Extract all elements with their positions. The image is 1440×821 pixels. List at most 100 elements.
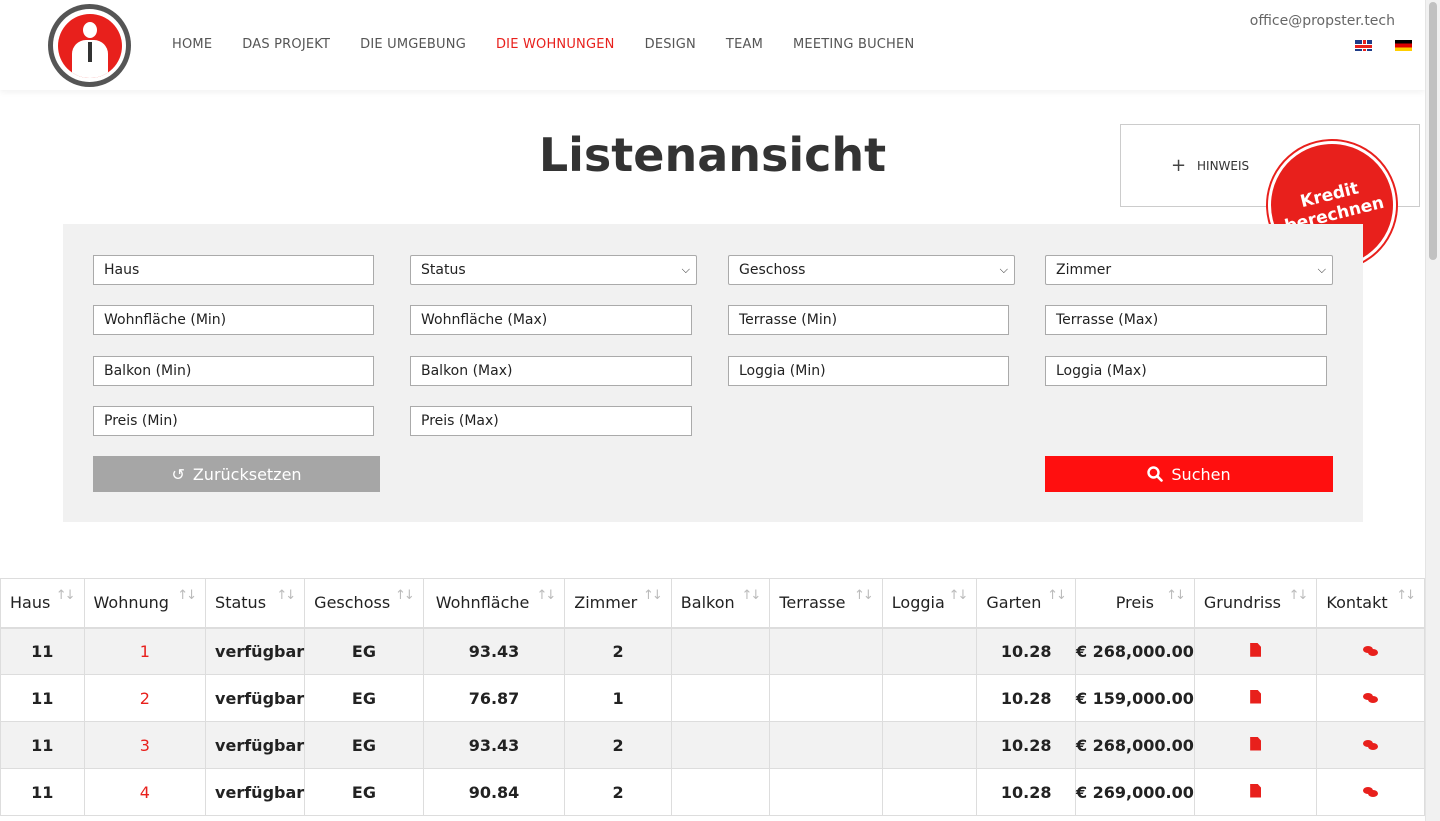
col-haus[interactable]: Haus ↑↓	[0, 578, 85, 629]
cell-loggia	[881, 627, 978, 675]
col-haus-label: Haus	[10, 593, 51, 613]
cell-wohnflaeche: 93.43	[422, 721, 566, 769]
loggia-min-input[interactable]: Loggia (Min)	[728, 356, 1009, 386]
cell-wohnung-link[interactable]: 1	[83, 627, 207, 675]
chat-icon[interactable]	[1363, 786, 1379, 798]
german-flag-icon[interactable]	[1395, 40, 1412, 51]
col-zimmer-label: Zimmer	[574, 593, 638, 613]
cell-status: verfügbar	[205, 627, 306, 675]
chevron-down-icon: ⌵	[1317, 263, 1326, 276]
cell-loggia	[881, 721, 978, 769]
uk-flag-icon[interactable]	[1355, 40, 1372, 51]
balkon-min-input[interactable]: Balkon (Min)	[93, 356, 374, 386]
status-select[interactable]: Status ⌵	[410, 255, 697, 285]
cell-zimmer: 2	[564, 721, 672, 769]
zimmer-select[interactable]: Zimmer ⌵	[1045, 255, 1333, 285]
col-geschoss[interactable]: Geschoss ↑↓	[304, 578, 424, 629]
chat-icon[interactable]	[1363, 692, 1379, 704]
cell-garten: 10.28	[976, 674, 1076, 722]
preis-min-input[interactable]: Preis (Min)	[93, 406, 374, 436]
cell-terrasse	[769, 721, 883, 769]
col-balkon[interactable]: Balkon ↑↓	[670, 578, 771, 629]
sort-icon: ↑↓	[536, 588, 556, 603]
chat-icon[interactable]	[1363, 739, 1379, 751]
table-row: 11 1 verfügbar EG 93.43 2 10.28 € 268,00…	[0, 627, 1425, 675]
chat-icon[interactable]	[1363, 645, 1379, 657]
cell-zimmer: 2	[564, 768, 672, 816]
brand-logo[interactable]	[48, 4, 131, 87]
col-wohnung[interactable]: Wohnung ↑↓	[83, 578, 207, 629]
wohnflaeche-max-input[interactable]: Wohnfläche (Max)	[410, 305, 692, 335]
cell-wohnung-link[interactable]: 2	[83, 674, 207, 722]
cell-preis: € 269,000.00	[1074, 768, 1195, 816]
cell-wohnung-link[interactable]: 3	[83, 721, 207, 769]
cell-kontakt[interactable]	[1316, 627, 1425, 675]
cell-status: verfügbar	[205, 768, 306, 816]
col-zimmer[interactable]: Zimmer ↑↓	[564, 578, 672, 629]
haus-placeholder: Haus	[104, 262, 140, 278]
cell-kontakt[interactable]	[1316, 721, 1425, 769]
col-terrasse[interactable]: Terrasse ↑↓	[769, 578, 883, 629]
col-grundriss[interactable]: Grundriss ↑↓	[1193, 578, 1318, 629]
document-icon[interactable]	[1250, 736, 1262, 751]
cell-geschoss: EG	[304, 627, 424, 675]
site-header: HOME DAS PROJEKT DIE UMGEBUNG DIE WOHNUN…	[0, 0, 1425, 90]
terrasse-max-input[interactable]: Terrasse (Max)	[1045, 305, 1327, 335]
col-terrasse-label: Terrasse	[779, 593, 846, 613]
wohnflaeche-min-input[interactable]: Wohnfläche (Min)	[93, 305, 374, 335]
main-nav: HOME DAS PROJEKT DIE UMGEBUNG DIE WOHNUN…	[172, 37, 944, 52]
col-balkon-label: Balkon	[680, 593, 735, 613]
cell-balkon	[670, 627, 771, 675]
search-icon	[1147, 466, 1164, 482]
cell-grundriss[interactable]	[1193, 627, 1318, 675]
cell-wohnung-link[interactable]: 4	[83, 768, 207, 816]
nav-die-umgebung[interactable]: DIE UMGEBUNG	[360, 37, 466, 52]
cell-garten: 10.28	[976, 721, 1076, 769]
cell-garten: 10.28	[976, 627, 1076, 675]
balkon-max-placeholder: Balkon (Max)	[421, 363, 513, 379]
col-preis[interactable]: Preis ↑↓	[1074, 578, 1195, 629]
col-grundriss-label: Grundriss	[1203, 593, 1282, 613]
search-button[interactable]: Suchen	[1045, 456, 1333, 492]
col-loggia[interactable]: Loggia ↑↓	[881, 578, 978, 629]
cell-status: verfügbar	[205, 674, 306, 722]
nav-meeting-buchen[interactable]: MEETING BUCHEN	[793, 37, 914, 52]
cell-grundriss[interactable]	[1193, 768, 1318, 816]
geschoss-select[interactable]: Geschoss ⌵	[728, 255, 1015, 285]
contact-email[interactable]: office@propster.tech	[1250, 13, 1395, 29]
loggia-max-input[interactable]: Loggia (Max)	[1045, 356, 1327, 386]
page-scrollbar[interactable]	[1425, 0, 1440, 821]
cell-haus: 11	[0, 627, 85, 675]
reset-button[interactable]: ↺ Zurücksetzen	[93, 456, 380, 492]
cell-grundriss[interactable]	[1193, 721, 1318, 769]
nav-team[interactable]: TEAM	[726, 37, 763, 52]
preis-max-input[interactable]: Preis (Max)	[410, 406, 692, 436]
scrollbar-thumb[interactable]	[1429, 2, 1437, 260]
haus-input[interactable]: Haus	[93, 255, 374, 285]
cell-kontakt[interactable]	[1316, 674, 1425, 722]
col-status[interactable]: Status ↑↓	[205, 578, 306, 629]
apartments-table: Haus ↑↓ Wohnung ↑↓ Status ↑↓ Geschoss ↑↓ Woh…	[0, 578, 1425, 816]
document-icon[interactable]	[1250, 689, 1262, 704]
col-loggia-label: Loggia	[891, 593, 945, 613]
table-row: 11 4 verfügbar EG 90.84 2 10.28 € 269,00…	[0, 768, 1425, 816]
balkon-max-input[interactable]: Balkon (Max)	[410, 356, 692, 386]
cell-kontakt[interactable]	[1316, 768, 1425, 816]
col-wohnflaeche-label: Wohnfläche	[435, 593, 530, 613]
cell-terrasse	[769, 674, 883, 722]
cell-preis: € 268,000.00	[1074, 721, 1195, 769]
table-header-row: Haus ↑↓ Wohnung ↑↓ Status ↑↓ Geschoss ↑↓ Woh…	[0, 578, 1425, 629]
col-kontakt[interactable]: Kontakt ↑↓	[1316, 578, 1425, 629]
document-icon[interactable]	[1250, 783, 1262, 798]
nav-die-wohnungen[interactable]: DIE WOHNUNGEN	[496, 37, 615, 52]
cell-grundriss[interactable]	[1193, 674, 1318, 722]
document-icon[interactable]	[1250, 642, 1262, 657]
nav-design[interactable]: DESIGN	[645, 37, 696, 52]
nav-das-projekt[interactable]: DAS PROJEKT	[242, 37, 330, 52]
terrasse-min-input[interactable]: Terrasse (Min)	[728, 305, 1009, 335]
col-garten[interactable]: Garten ↑↓	[976, 578, 1076, 629]
col-wohnflaeche[interactable]: Wohnfläche ↑↓	[422, 578, 566, 629]
apartments-table-wrapper: Haus ↑↓ Wohnung ↑↓ Status ↑↓ Geschoss ↑↓ Woh…	[0, 578, 1425, 816]
cell-wohnflaeche: 90.84	[422, 768, 566, 816]
nav-home[interactable]: HOME	[172, 37, 212, 52]
